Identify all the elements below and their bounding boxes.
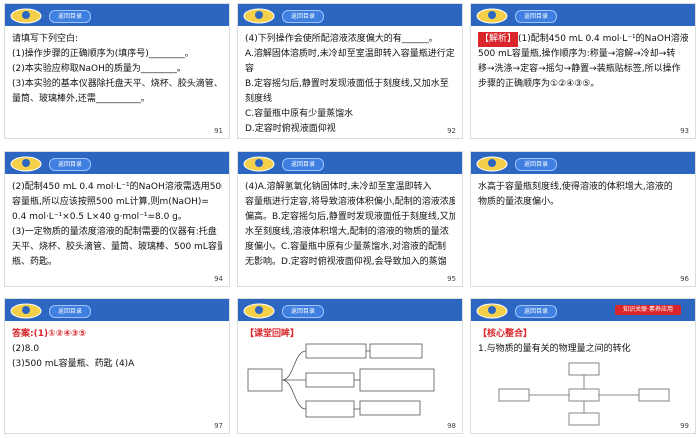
slide-thumbnail[interactable]: 返回目录 水高于容量瓶刻度线,使得溶液的体积增大,溶液的 物质的量浓度偏小。 9… (470, 151, 696, 287)
back-to-contents-button[interactable]: 返回目录 (515, 10, 558, 23)
text-line: 天平、烧杯、胶头滴管、量筒、玻璃棒、500 mL容量 (12, 242, 222, 252)
text-line: 水高于容量瓶刻度线,使得溶液的体积增大,溶液的 (478, 182, 673, 192)
logo-icon (476, 303, 508, 319)
text-line: (1)①②④③⑤ (33, 329, 87, 339)
back-to-contents-button[interactable]: 返回目录 (282, 158, 325, 171)
back-to-contents-button[interactable]: 返回目录 (515, 305, 558, 318)
text-line: (3)一定物质的量浓度溶液的配制需要的仪器有:托盘 (12, 227, 217, 237)
text-line: 容 (245, 64, 255, 74)
slide-text: (2)配制450 mL 0.4 mol·L⁻¹的NaOH溶液需选用500 mL … (12, 180, 222, 270)
text-line: 容量瓶进行定容,将导致溶液体积偏小,配制的溶液浓度 (245, 197, 455, 207)
slide-thumbnail[interactable]: 返回目录 (4)A.溶解氢氧化钠固体时,未冷却至室温即转入 容量瓶进行定容,将导… (237, 151, 463, 287)
page-number: 94 (214, 275, 223, 283)
slide-thumbnail[interactable]: 返回目录 答案:(1)①②④③⑤ (2)8.0 (3)500 mL容量瓶、药匙 … (4, 298, 230, 434)
text-line: 步骤的正确顺序为①②④③⑤。 (478, 79, 600, 89)
text-line: (2)配制450 mL 0.4 mol·L⁻¹的NaOH溶液需选用500 mL (12, 182, 222, 192)
page-number: 97 (214, 422, 223, 430)
text-line: 答案:(1)①②④③⑤ (12, 327, 222, 342)
text-line: (4)下列操作会使所配溶液浓度偏大的有______。 (245, 34, 438, 44)
back-to-contents-button[interactable]: 返回目录 (282, 10, 325, 23)
text-line: 移→洗涤→定容→摇匀→静置→装瓶贴标签,所以操作 (478, 64, 681, 74)
back-to-contents-button[interactable]: 返回目录 (49, 10, 92, 23)
text-line: (4)A.溶解氢氧化钠固体时,未冷却至室温即转入 (245, 182, 432, 192)
text-line: 刻度线 (245, 94, 273, 104)
text-line: (1)操作步骤的正确顺序为(填序号)________。 (12, 49, 194, 59)
logo-icon (243, 8, 275, 24)
slide-thumbnail[interactable]: 返回目录 【课堂回眸】 98 (237, 298, 463, 434)
slide-text: 答案:(1)①②④③⑤ (2)8.0 (3)500 mL容量瓶、药匙 (4)A (12, 327, 222, 372)
text-line: D.定容时俯视液面仰视 (245, 124, 336, 134)
slide-text: 【核心整合】 1.与物质的量有关的物理量之间的转化 (478, 327, 688, 357)
page-number: 93 (680, 127, 689, 135)
text-line: 偏高。B.定容摇匀后,静置时发现液面低于刻度线,又加 (245, 212, 455, 222)
logo-icon (10, 156, 42, 172)
text-line: 度偏小。C.容量瓶中原有少量蒸馏水,对溶液的配制 (245, 242, 447, 252)
slide-thumbnail[interactable]: 返回目录 知识关联·素养应用 【核心整合】 1.与物质的量有关的物理量之间的转化… (470, 298, 696, 434)
text-line: 1.与物质的量有关的物理量之间的转化 (478, 344, 631, 354)
section-label: 【核心整合】 (478, 329, 533, 339)
logo-icon (243, 156, 275, 172)
text-line: A.溶解固体溶质时,未冷却至室温即转入容量瓶进行定 (245, 49, 455, 59)
slide-thumbnail[interactable]: 返回目录 请填写下列空白: (1)操作步骤的正确顺序为(填序号)________… (4, 3, 230, 139)
page-number: 95 (447, 275, 456, 283)
page-number: 99 (680, 422, 689, 430)
text-line: 物质的量浓度偏小。 (478, 197, 560, 207)
logo-icon (10, 8, 42, 24)
text-line: (3)本实验的基本仪器除托盘天平、烧杯、胶头滴管、 (12, 79, 222, 89)
text-line: (2)8.0 (12, 344, 40, 354)
section-tag: 知识关联·素养应用 (615, 305, 681, 315)
slide-header: 返回目录 (5, 152, 229, 174)
page-number: 92 (447, 127, 456, 135)
answer-label: 答案: (12, 329, 34, 339)
page-number: 98 (447, 422, 456, 430)
mind-map-image (247, 343, 435, 418)
slide-header: 返回目录 (471, 4, 695, 26)
text-line: 无影响。D.定容时俯视液面仰视,会导致加入的蒸馏 (245, 257, 447, 267)
text-line: 0.4 mol·L⁻¹×0.5 L×40 g·mol⁻¹=8.0 g。 (12, 212, 187, 222)
text-line: 水至刻度线,溶液体积增大,配制的溶液的物质的量浓 (245, 227, 449, 237)
back-to-contents-button[interactable]: 返回目录 (515, 158, 558, 171)
slide-text: (4)A.溶解氢氧化钠固体时,未冷却至室温即转入 容量瓶进行定容,将导致溶液体积… (245, 180, 455, 270)
text-line: C.容量瓶中原有少量蒸馏水 (245, 109, 354, 119)
slide-header: 返回目录 (471, 152, 695, 174)
text-line: 【解析】(1)配制450 mL 0.4 mol·L⁻¹的NaOH溶液需选用 (478, 32, 688, 47)
text-line: (2)本实验应称取NaOH的质量为________。 (12, 64, 186, 74)
slide-text: 【解析】(1)配制450 mL 0.4 mol·L⁻¹的NaOH溶液需选用 50… (478, 32, 688, 92)
page-number: 96 (680, 275, 689, 283)
text-line: 瓶、药匙。 (12, 257, 58, 267)
slide-text: 水高于容量瓶刻度线,使得溶液的体积增大,溶液的 物质的量浓度偏小。 (478, 180, 688, 210)
logo-icon (476, 8, 508, 24)
slide-header: 返回目录 知识关联·素养应用 (471, 299, 695, 321)
text-line: 请填写下列空白: (12, 34, 79, 44)
analysis-label: 【解析】 (478, 32, 519, 47)
text-line: 量筒、玻璃棒外,还需__________。 (12, 94, 150, 104)
back-to-contents-button[interactable]: 返回目录 (49, 305, 92, 318)
logo-icon (10, 303, 42, 319)
slide-text: 请填写下列空白: (1)操作步骤的正确顺序为(填序号)________。 (2)… (12, 32, 222, 107)
logo-icon (476, 156, 508, 172)
slide-header: 返回目录 (238, 299, 462, 321)
text-line: (3)500 mL容量瓶、药匙 (4)A (12, 359, 135, 369)
slide-thumbnail[interactable]: 返回目录 (2)配制450 mL 0.4 mol·L⁻¹的NaOH溶液需选用50… (4, 151, 230, 287)
slide-thumbnail[interactable]: 返回目录 【解析】(1)配制450 mL 0.4 mol·L⁻¹的NaOH溶液需… (470, 3, 696, 139)
text-line: 500 mL容量瓶,操作顺序为:称量→溶解→冷却→转 (478, 49, 676, 59)
back-to-contents-button[interactable]: 返回目录 (282, 305, 325, 318)
conversion-diagram-image (498, 362, 670, 426)
text-line: (1)配制450 mL 0.4 mol·L⁻¹的NaOH溶液需选用 (518, 34, 688, 44)
back-to-contents-button[interactable]: 返回目录 (49, 158, 92, 171)
slide-text: (4)下列操作会使所配溶液浓度偏大的有______。 A.溶解固体溶质时,未冷却… (245, 32, 455, 137)
slide-thumbnail[interactable]: 返回目录 (4)下列操作会使所配溶液浓度偏大的有______。 A.溶解固体溶质… (237, 3, 463, 139)
slide-header: 返回目录 (5, 299, 229, 321)
logo-icon (243, 303, 275, 319)
text-line: B.定容摇匀后,静置时发现液面低于刻度线,又加水至 (245, 79, 449, 89)
slide-header: 返回目录 (238, 152, 462, 174)
slide-header: 返回目录 (5, 4, 229, 26)
slide-header: 返回目录 (238, 4, 462, 26)
text-line: 容量瓶,所以应该按照500 mL计算,则m(NaOH)= (12, 197, 209, 207)
page-number: 91 (214, 127, 223, 135)
